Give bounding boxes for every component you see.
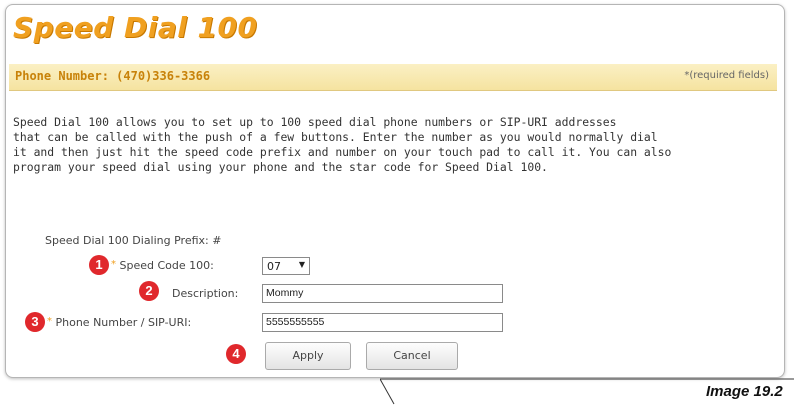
chevron-down-icon: ▼ [298, 260, 305, 269]
phone-number-field-label: * Phone Number / SIP-URI: [47, 316, 191, 329]
dialing-prefix-label: Speed Dial 100 Dialing Prefix: # [45, 234, 222, 247]
page-title: Speed Dial 100 [13, 11, 258, 44]
callout-badge-2: 2 [139, 281, 159, 301]
subheader-bar: Phone Number: (470)336-3366 *(required f… [9, 64, 777, 91]
speed-code-label: * Speed Code 100: [111, 259, 214, 272]
phone-number-input[interactable]: 5555555555 [262, 313, 503, 332]
required-fields-note: *(required fields) [684, 70, 769, 81]
phone-label-text: Phone Number / SIP-URI: [55, 316, 192, 329]
phone-number-label: Phone Number: (470)336-3366 [15, 69, 211, 83]
callout-badge-3: 3 [25, 312, 45, 332]
intro-text: Speed Dial 100 allows you to set up to 1… [13, 115, 672, 174]
apply-button[interactable]: Apply [265, 342, 351, 370]
required-star: * [47, 316, 52, 327]
speed-code-label-text: Speed Code 100: [119, 259, 214, 272]
description-input[interactable]: Mommy [262, 284, 503, 303]
cancel-button[interactable]: Cancel [366, 342, 458, 370]
speed-code-value: 07 [267, 260, 281, 273]
callout-badge-1: 1 [89, 255, 109, 275]
speed-code-select[interactable]: 07 ▼ [262, 257, 310, 275]
image-caption: Image 19.2 [706, 383, 783, 400]
callout-badge-4: 4 [226, 344, 246, 364]
required-star: * [111, 259, 116, 270]
description-label: Description: [172, 287, 239, 300]
